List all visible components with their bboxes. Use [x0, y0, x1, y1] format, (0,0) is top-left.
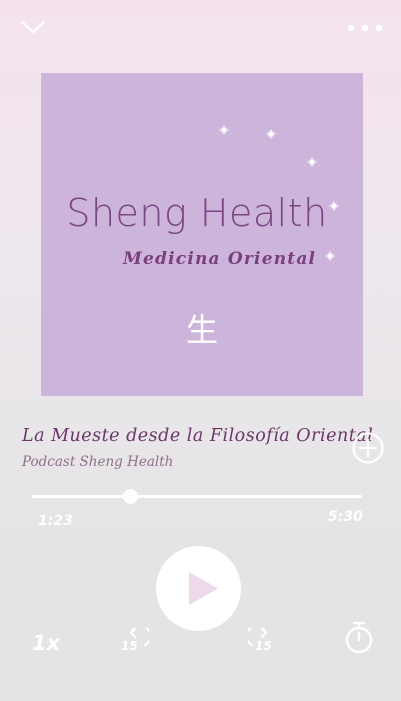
cover-title: Sheng Health — [66, 191, 328, 235]
rewind-seconds: 15 — [121, 639, 138, 653]
progress-thumb[interactable] — [123, 489, 138, 504]
podcast-cover-art: Sheng Health Medicina Oriental 生 — [41, 73, 363, 396]
more-horizontal-icon[interactable] — [343, 18, 387, 38]
progress-fill — [32, 495, 130, 498]
sleep-timer-button[interactable] — [343, 620, 375, 656]
podcast-name[interactable]: Podcast Sheng Health — [22, 454, 173, 470]
play-icon — [189, 572, 218, 605]
cover-glyph: 生 — [185, 311, 218, 349]
sleep-timer-icon — [345, 621, 373, 654]
total-time: 5:30 — [328, 509, 363, 525]
progress-track[interactable] — [32, 495, 362, 498]
play-button[interactable] — [156, 546, 241, 631]
episode-title: La Mueste desde la Filosofía Oriental — [22, 426, 374, 446]
cover-subtitle: Medicina Oriental — [123, 249, 317, 269]
playback-speed-button[interactable]: 1x — [32, 631, 60, 655]
chevron-down-icon[interactable] — [18, 16, 48, 40]
elapsed-time: 1:23 — [38, 513, 73, 529]
forward-seconds: 15 — [255, 639, 272, 653]
forward-button[interactable]: 15 — [245, 625, 278, 656]
rewind-button[interactable]: 15 — [119, 625, 152, 656]
plus-circle-icon[interactable] — [351, 431, 385, 465]
